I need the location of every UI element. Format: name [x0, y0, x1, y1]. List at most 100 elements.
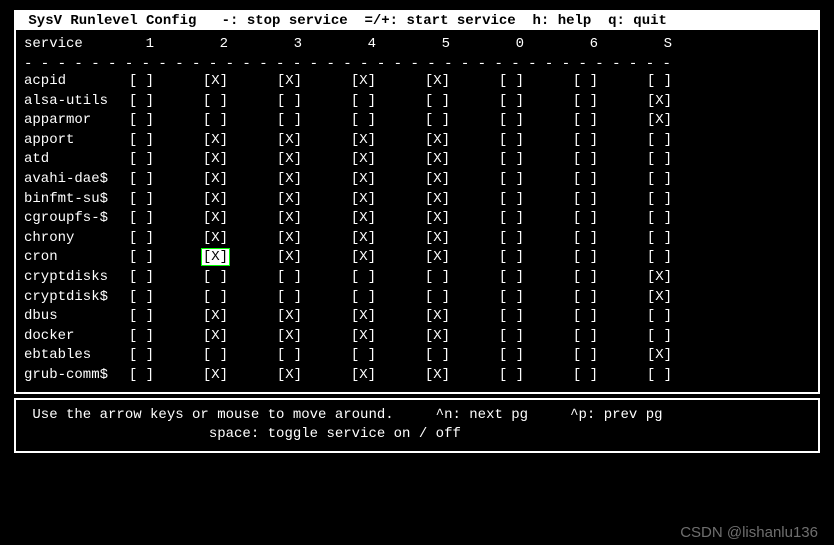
service-state-cell[interactable]: [ ]: [129, 111, 203, 131]
service-state-cell[interactable]: [ ]: [573, 288, 647, 308]
service-state-cell[interactable]: [ ]: [129, 248, 203, 268]
service-state-cell[interactable]: [ ]: [203, 346, 277, 366]
cursor[interactable]: [X]: [201, 248, 230, 266]
service-row-cgroupfs-$[interactable]: cgroupfs-$ [ ][X][X][X][X][ ][ ][ ]: [24, 209, 810, 229]
service-state-cell[interactable]: [ ]: [425, 288, 499, 308]
service-state-cell[interactable]: [ ]: [573, 327, 647, 347]
service-state-cell[interactable]: [ ]: [129, 209, 203, 229]
service-state-cell[interactable]: [X]: [425, 366, 499, 386]
service-state-cell[interactable]: [X]: [425, 307, 499, 327]
service-state-cell[interactable]: [ ]: [425, 92, 499, 112]
service-state-cell[interactable]: [ ]: [573, 150, 647, 170]
service-state-cell[interactable]: [ ]: [351, 92, 425, 112]
service-state-cell[interactable]: [ ]: [573, 307, 647, 327]
service-state-cell[interactable]: [ ]: [573, 229, 647, 249]
service-state-cell[interactable]: [X]: [277, 190, 351, 210]
service-state-cell[interactable]: [ ]: [203, 92, 277, 112]
service-state-cell[interactable]: [ ]: [129, 288, 203, 308]
service-state-cell[interactable]: [ ]: [129, 131, 203, 151]
service-state-cell[interactable]: [ ]: [203, 288, 277, 308]
service-state-cell[interactable]: [ ]: [647, 131, 721, 151]
service-state-cell[interactable]: [ ]: [647, 307, 721, 327]
service-state-cell[interactable]: [X]: [351, 327, 425, 347]
service-row-apport[interactable]: apport [ ][X][X][X][X][ ][ ][ ]: [24, 131, 810, 151]
service-state-cell[interactable]: [X]: [277, 307, 351, 327]
service-state-cell[interactable]: [ ]: [129, 346, 203, 366]
service-state-cell[interactable]: [ ]: [573, 346, 647, 366]
service-state-cell[interactable]: [ ]: [499, 327, 573, 347]
service-state-cell[interactable]: [ ]: [129, 327, 203, 347]
service-state-cell[interactable]: [X]: [277, 150, 351, 170]
service-state-cell[interactable]: [ ]: [499, 209, 573, 229]
service-state-cell[interactable]: [ ]: [499, 248, 573, 268]
service-row-cron[interactable]: cron [ ][X][X][X][X][ ][ ][ ]: [24, 248, 810, 268]
service-state-cell[interactable]: [ ]: [573, 268, 647, 288]
service-list[interactable]: acpid [ ][X][X][X][X][ ][ ][ ]alsa-utils…: [24, 72, 810, 386]
service-row-ebtables[interactable]: ebtables [ ][ ][ ][ ][ ][ ][ ][X]: [24, 346, 810, 366]
service-state-cell[interactable]: [ ]: [351, 111, 425, 131]
service-state-cell[interactable]: [X]: [425, 170, 499, 190]
service-state-cell[interactable]: [ ]: [277, 288, 351, 308]
service-state-cell[interactable]: [ ]: [647, 190, 721, 210]
service-state-cell[interactable]: [ ]: [425, 268, 499, 288]
service-state-cell[interactable]: [ ]: [129, 366, 203, 386]
service-state-cell[interactable]: [ ]: [499, 366, 573, 386]
service-state-cell[interactable]: [X]: [351, 131, 425, 151]
service-row-apparmor[interactable]: apparmor [ ][ ][ ][ ][ ][ ][ ][X]: [24, 111, 810, 131]
service-state-cell[interactable]: [ ]: [203, 268, 277, 288]
service-row-cryptdisks[interactable]: cryptdisks [ ][ ][ ][ ][ ][ ][ ][X]: [24, 268, 810, 288]
service-state-cell[interactable]: [X]: [425, 150, 499, 170]
service-state-cell[interactable]: [ ]: [573, 248, 647, 268]
service-state-cell[interactable]: [X]: [203, 307, 277, 327]
service-state-cell[interactable]: [ ]: [499, 346, 573, 366]
service-state-cell[interactable]: [ ]: [499, 131, 573, 151]
service-state-cell[interactable]: [X]: [425, 209, 499, 229]
service-row-avahi-dae$[interactable]: avahi-dae$ [ ][X][X][X][X][ ][ ][ ]: [24, 170, 810, 190]
service-state-cell[interactable]: [ ]: [425, 111, 499, 131]
service-state-cell[interactable]: [X]: [203, 131, 277, 151]
service-state-cell[interactable]: [ ]: [573, 72, 647, 92]
service-state-cell[interactable]: [X]: [351, 307, 425, 327]
service-state-cell[interactable]: [ ]: [573, 131, 647, 151]
service-state-cell[interactable]: [ ]: [351, 268, 425, 288]
service-state-cell[interactable]: [ ]: [647, 327, 721, 347]
service-state-cell[interactable]: [ ]: [573, 190, 647, 210]
service-state-cell[interactable]: [ ]: [129, 229, 203, 249]
service-state-cell[interactable]: [X]: [425, 72, 499, 92]
service-state-cell[interactable]: [X]: [647, 111, 721, 131]
service-state-cell[interactable]: [X]: [425, 131, 499, 151]
service-state-cell[interactable]: [ ]: [647, 150, 721, 170]
service-state-cell[interactable]: [ ]: [203, 111, 277, 131]
service-state-cell[interactable]: [X]: [203, 72, 277, 92]
service-state-cell[interactable]: [ ]: [499, 170, 573, 190]
service-state-cell[interactable]: [ ]: [499, 268, 573, 288]
service-state-cell[interactable]: [X]: [647, 92, 721, 112]
service-state-cell[interactable]: [ ]: [573, 366, 647, 386]
service-state-cell[interactable]: [ ]: [129, 72, 203, 92]
service-state-cell[interactable]: [ ]: [425, 346, 499, 366]
service-state-cell[interactable]: [X]: [647, 346, 721, 366]
service-state-cell[interactable]: [ ]: [129, 190, 203, 210]
service-state-cell[interactable]: [X]: [277, 170, 351, 190]
service-state-cell[interactable]: [ ]: [647, 209, 721, 229]
service-state-cell[interactable]: [ ]: [277, 346, 351, 366]
service-state-cell[interactable]: [ ]: [129, 150, 203, 170]
service-state-cell[interactable]: [ ]: [499, 288, 573, 308]
service-row-alsa-utils[interactable]: alsa-utils [ ][ ][ ][ ][ ][ ][ ][X]: [24, 92, 810, 112]
service-state-cell[interactable]: [ ]: [499, 307, 573, 327]
service-state-cell[interactable]: [ ]: [647, 248, 721, 268]
service-state-cell[interactable]: [X]: [203, 150, 277, 170]
service-state-cell[interactable]: [ ]: [129, 307, 203, 327]
service-state-cell[interactable]: [X]: [203, 248, 277, 268]
service-state-cell[interactable]: [X]: [647, 268, 721, 288]
service-state-cell[interactable]: [ ]: [129, 268, 203, 288]
service-row-binfmt-su$[interactable]: binfmt-su$ [ ][X][X][X][X][ ][ ][ ]: [24, 190, 810, 210]
service-state-cell[interactable]: [X]: [203, 209, 277, 229]
service-state-cell[interactable]: [X]: [277, 131, 351, 151]
service-state-cell[interactable]: [ ]: [647, 72, 721, 92]
service-state-cell[interactable]: [X]: [203, 190, 277, 210]
service-state-cell[interactable]: [ ]: [499, 92, 573, 112]
service-row-chrony[interactable]: chrony [ ][X][X][X][X][ ][ ][ ]: [24, 229, 810, 249]
service-state-cell[interactable]: [X]: [277, 229, 351, 249]
service-row-docker[interactable]: docker [ ][X][X][X][X][ ][ ][ ]: [24, 327, 810, 347]
